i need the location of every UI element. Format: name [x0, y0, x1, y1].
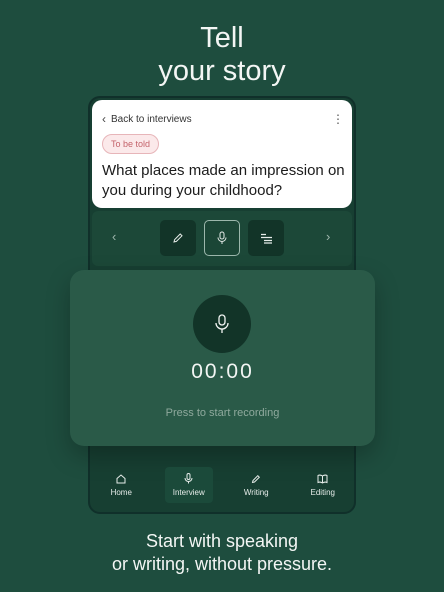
tab-editing-label: Editing: [310, 487, 335, 497]
microphone-icon: [217, 231, 227, 244]
question-card: ‹ Back to interviews ⋮ To be told What p…: [92, 100, 352, 208]
previous-question-icon[interactable]: ‹: [112, 229, 116, 244]
tab-editing[interactable]: Editing: [300, 467, 346, 503]
chevron-left-icon: ‹: [102, 112, 106, 126]
bottom-tab-bar: Home Interview Writing Editing: [88, 456, 356, 514]
question-text: What places made an impression on you du…: [102, 162, 345, 199]
recording-hint: Press to start recording: [165, 407, 280, 419]
next-question-icon[interactable]: ›: [326, 229, 330, 244]
footer-line-2: or writing, without pressure.: [111, 554, 333, 574]
headline-line-2: your story: [158, 55, 286, 87]
record-mode-button[interactable]: [204, 220, 240, 256]
tab-writing-label: Writing: [243, 487, 269, 497]
headline: Tell your story: [0, 22, 444, 88]
write-mode-button[interactable]: [160, 220, 196, 256]
tab-writing[interactable]: Writing: [233, 467, 279, 503]
tab-home-label: Home: [110, 487, 132, 497]
back-link-label: Back to interviews: [111, 113, 192, 125]
text-mode-button[interactable]: [248, 220, 284, 256]
microphone-icon: [184, 473, 193, 484]
footer-tagline: Start with speaking or writing, without …: [0, 530, 444, 576]
microphone-icon: [215, 314, 229, 333]
pencil-icon: [173, 233, 183, 243]
tab-interview[interactable]: Interview: [164, 467, 213, 503]
recording-timer: 00:00: [191, 360, 254, 383]
tab-home[interactable]: Home: [98, 467, 144, 503]
text-lines-icon: [260, 233, 272, 244]
headline-line-1: Tell: [200, 22, 244, 54]
tab-interview-label: Interview: [172, 488, 205, 497]
back-link[interactable]: ‹ Back to interviews ⋮: [102, 112, 344, 126]
home-icon: [116, 473, 126, 483]
status-badge: To be told: [102, 134, 160, 154]
recording-panel: 00:00 Press to start recording: [70, 270, 375, 446]
footer-line-1: Start with speaking: [145, 531, 299, 551]
more-options-icon[interactable]: ⋮: [332, 112, 344, 126]
mode-toolbar: ‹ ›: [92, 211, 352, 266]
pencil-icon: [252, 474, 261, 483]
record-button[interactable]: [193, 295, 251, 353]
book-icon: [317, 474, 328, 484]
